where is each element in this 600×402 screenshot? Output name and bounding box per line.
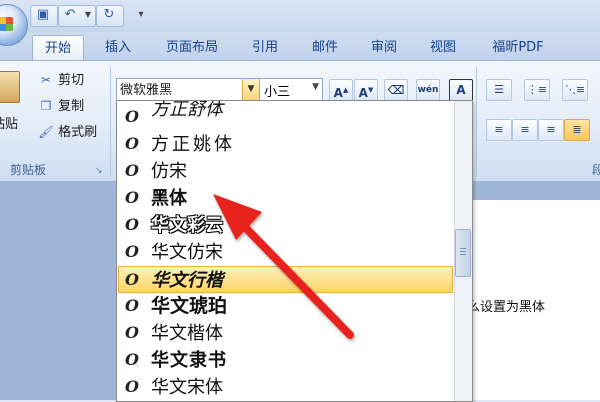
quick-access-toolbar: ▣ ↶ ▼ ↻ ▾: [0, 0, 600, 46]
cut-label: 剪切: [58, 73, 85, 88]
opentype-icon: O: [125, 270, 139, 289]
chevron-down-icon[interactable]: ▼: [312, 82, 319, 92]
paste-button[interactable]: 粘贴: [0, 65, 24, 145]
copy-icon: ❐: [40, 99, 52, 113]
font-item-heiti[interactable]: O 黑体: [119, 185, 453, 212]
group-separator: [110, 67, 111, 177]
tab-references[interactable]: 引用: [243, 35, 287, 60]
undo-dropdown-icon[interactable]: ▼: [79, 6, 97, 24]
font-size-value: 小三: [264, 85, 291, 100]
ribbon-tabs: 开始 插入 页面布局 引用 邮件 审阅 视图 福昕PDF: [0, 32, 600, 61]
customize-icon[interactable]: ▾: [132, 6, 150, 24]
font-item-huawen-caiyun[interactable]: O 华文彩云: [119, 212, 453, 239]
opentype-icon: O: [125, 107, 139, 126]
font-list-scrollbar[interactable]: [454, 101, 472, 401]
copy-label: 复制: [58, 99, 85, 114]
opentype-icon: O: [125, 350, 139, 369]
tab-review[interactable]: 审阅: [362, 35, 406, 60]
opentype-icon: O: [125, 215, 139, 234]
character-border-button[interactable]: A: [449, 79, 473, 102]
font-dropdown-arrow-icon[interactable]: ▼: [242, 79, 259, 100]
font-item-fangzheng-yaoti[interactable]: O 方正姚体: [119, 131, 453, 158]
redo-button[interactable]: ↻: [96, 5, 124, 27]
undo-button[interactable]: ↶ ▼: [58, 5, 96, 27]
font-dropdown-list[interactable]: O 方正舒体 O 方正姚体 O 仿宋 O 黑体 O 华文彩云 O 华文仿宋 O …: [116, 100, 473, 402]
paragraph-group-title-icon: 段: [592, 163, 600, 177]
multilevel-list-button[interactable]: ⋱≡: [562, 79, 588, 101]
brush-icon: 🖌: [38, 125, 54, 139]
tab-mailings[interactable]: 邮件: [303, 35, 347, 60]
font-item-fangzheng-shuti[interactable]: O 方正舒体: [119, 101, 453, 131]
phonetic-guide-button[interactable]: wén: [416, 79, 440, 102]
font-name-combobox[interactable]: ▼: [116, 78, 260, 101]
format-painter-label: 格式刷: [58, 125, 98, 140]
clipboard-icon: [0, 71, 20, 103]
tab-view[interactable]: 视图: [421, 35, 465, 60]
opentype-icon: O: [125, 296, 139, 315]
font-item-huawen-hupo[interactable]: O 华文琥珀: [119, 293, 453, 320]
shrink-font-button[interactable]: A▼: [354, 79, 378, 102]
cut-button[interactable]: ✂ 剪切: [38, 69, 84, 88]
tab-foxit-pdf[interactable]: 福昕PDF: [482, 35, 554, 60]
font-item-huawen-lishu[interactable]: O 华文隶书: [119, 347, 453, 374]
clipboard-group-title: 剪贴板: [10, 163, 47, 177]
opentype-icon: O: [125, 134, 139, 153]
save-button[interactable]: ▣: [30, 5, 58, 27]
scissors-icon: ✂: [40, 73, 52, 87]
font-name-input[interactable]: [117, 79, 245, 98]
opentype-icon: O: [125, 161, 139, 180]
undo-icon: ↶: [64, 7, 76, 22]
font-item-huawen-fangsong[interactable]: O 华文仿宋: [119, 239, 453, 266]
group-separator: [476, 67, 477, 177]
align-right-button[interactable]: ≡: [538, 119, 564, 141]
numbering-button[interactable]: ⋮≡: [524, 79, 550, 101]
office-logo-icon: [0, 17, 13, 31]
opentype-icon: O: [125, 188, 139, 207]
bullets-button[interactable]: ☰: [486, 79, 512, 101]
font-item-huawen-kaiti[interactable]: O 华文楷体: [119, 320, 453, 347]
align-left-button[interactable]: ≡: [486, 119, 512, 141]
copy-button[interactable]: ❐ 复制: [38, 95, 85, 114]
scrollbar-thumb[interactable]: [455, 229, 471, 277]
font-item-huawen-songti[interactable]: O 华文宋体: [119, 374, 453, 401]
font-size-combobox[interactable]: 小三 ▼: [259, 78, 323, 101]
clipboard-dialog-launcher-icon[interactable]: ↘: [95, 166, 103, 176]
paste-label: 粘贴: [0, 117, 19, 132]
grow-font-button[interactable]: A▲: [329, 79, 353, 102]
opentype-icon: O: [125, 242, 139, 261]
tab-page-layout[interactable]: 页面布局: [152, 35, 232, 60]
font-item-huawen-xingkai[interactable]: O 华文行楷: [118, 266, 453, 293]
tab-insert[interactable]: 插入: [94, 35, 142, 60]
font-item-fangsong[interactable]: O 仿宋: [119, 158, 453, 185]
save-icon: ▣: [36, 7, 50, 22]
opentype-icon: O: [125, 377, 139, 396]
tab-home[interactable]: 开始: [32, 35, 84, 61]
clear-formatting-button[interactable]: ⌫: [384, 79, 408, 102]
format-painter-button[interactable]: 🖌 格式刷: [38, 121, 97, 140]
justify-button[interactable]: ≣: [564, 119, 590, 141]
opentype-icon: O: [125, 323, 139, 342]
align-center-button[interactable]: ≡: [512, 119, 538, 141]
redo-icon: ↻: [103, 7, 115, 22]
